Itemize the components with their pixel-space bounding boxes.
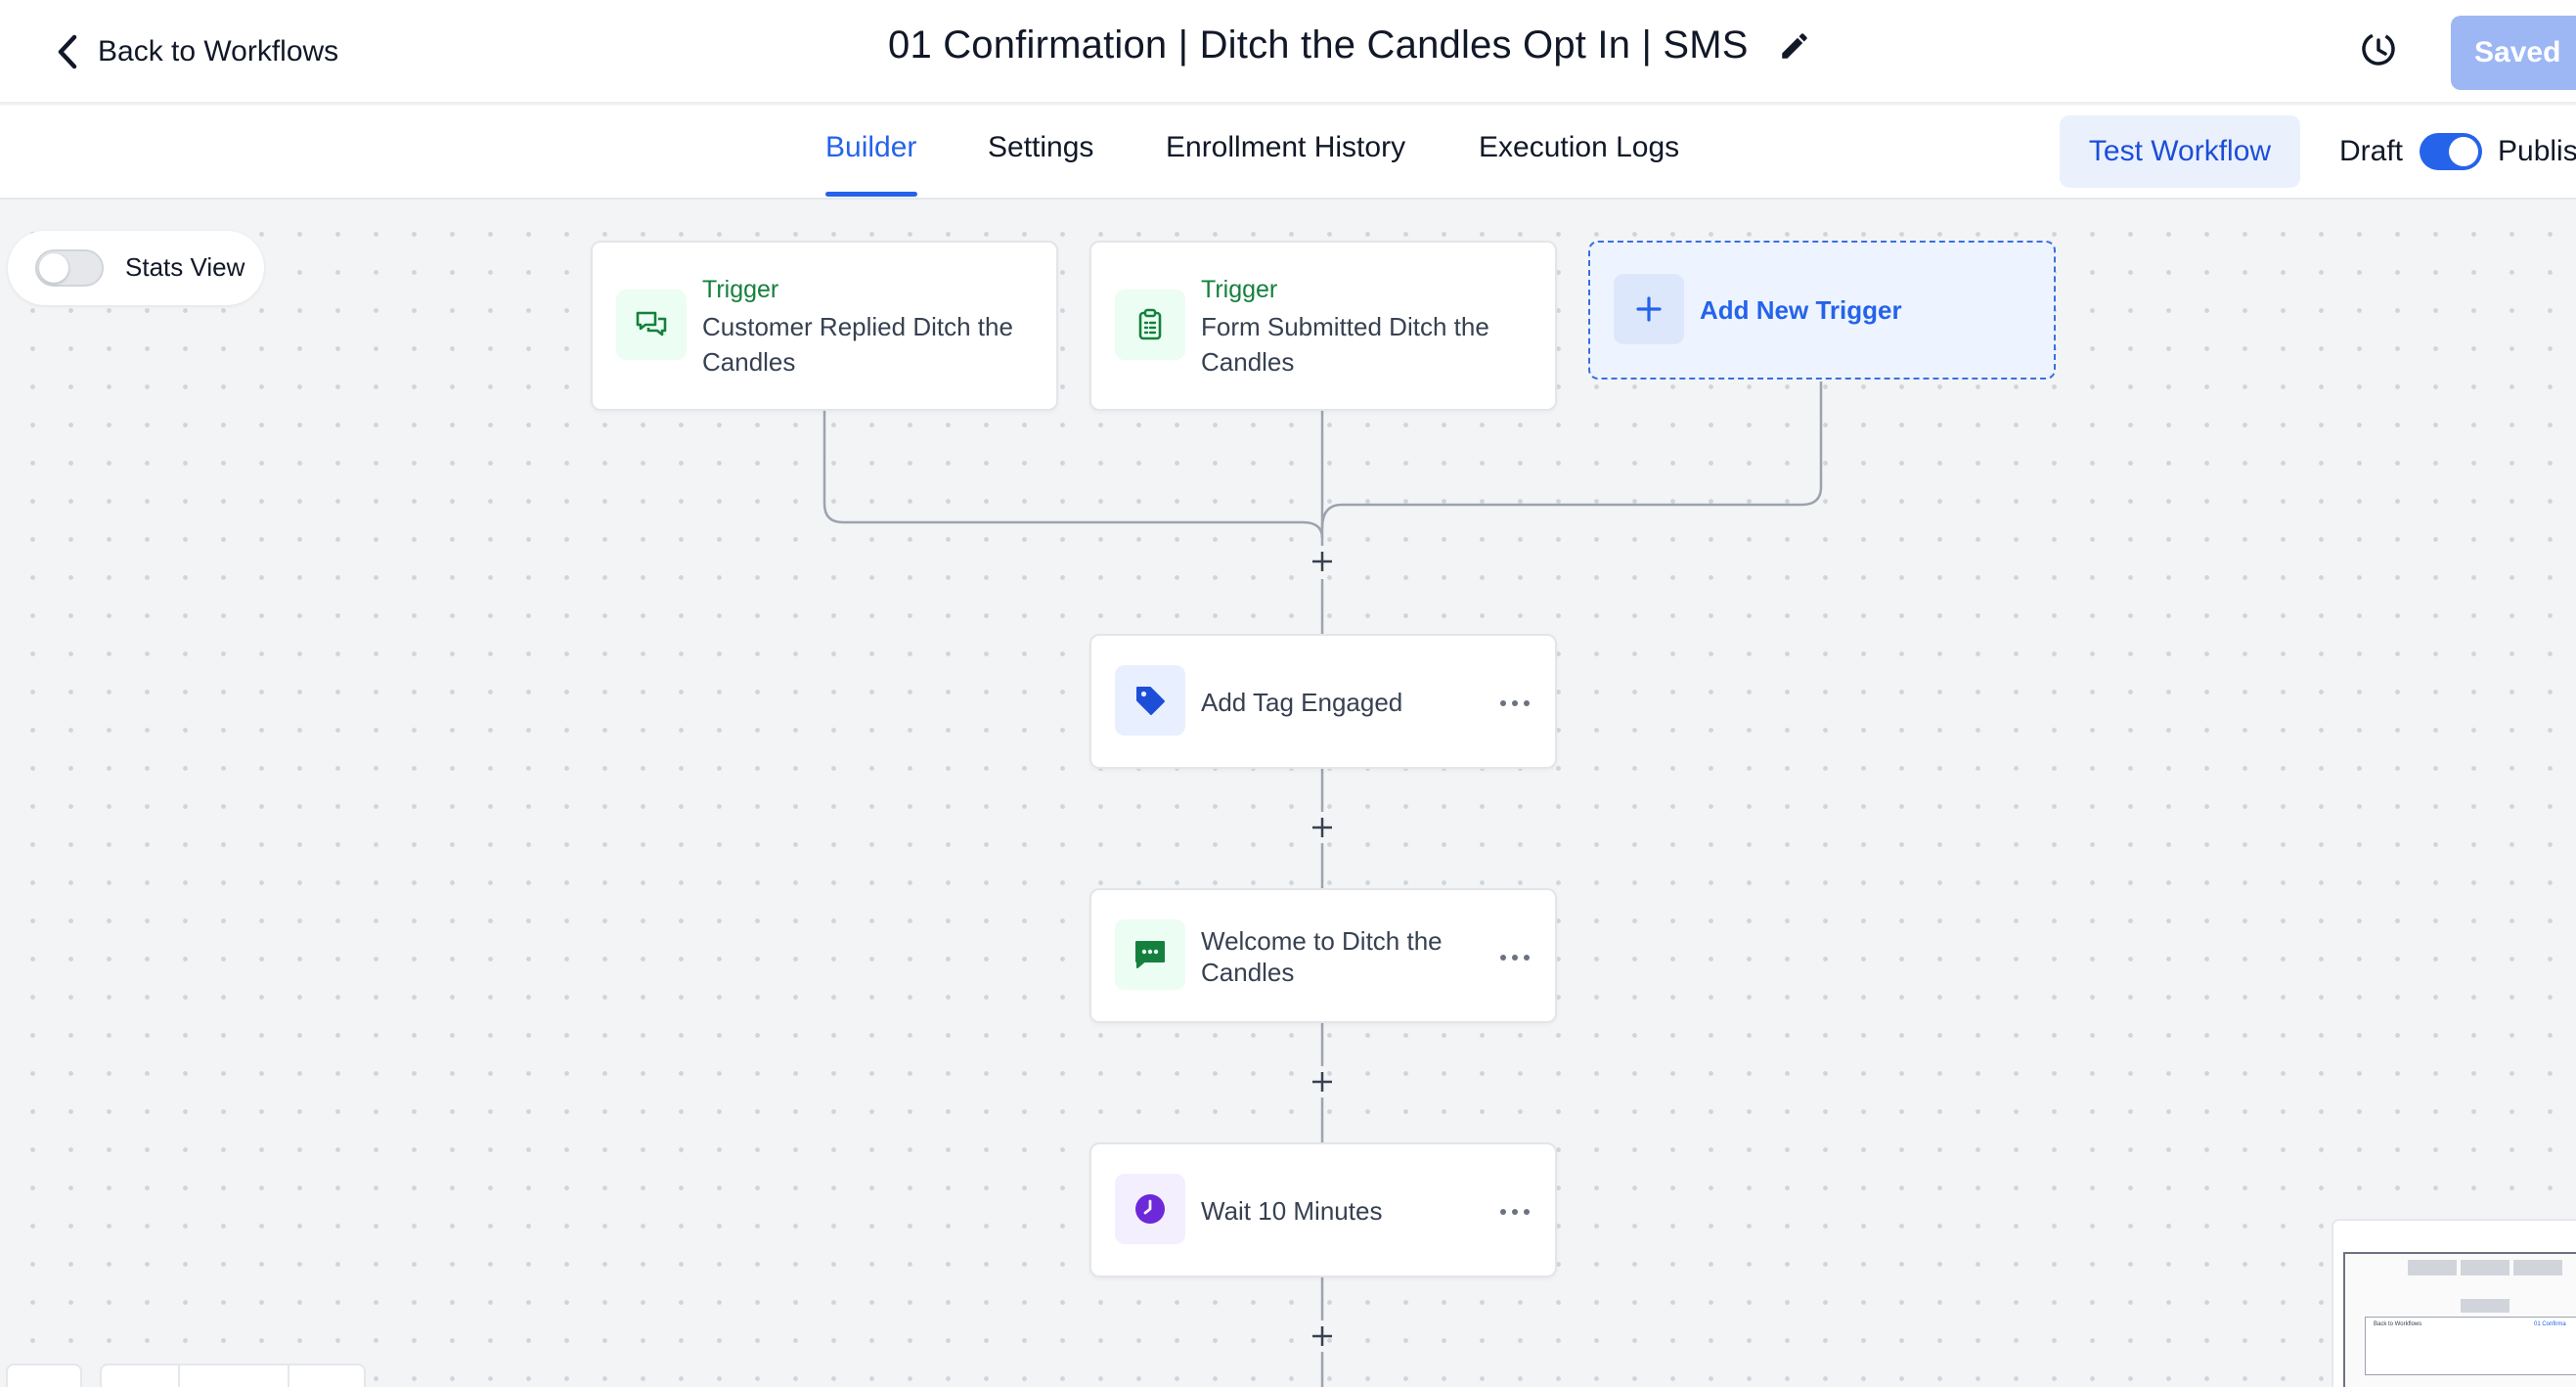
- clock-icon: [1115, 1174, 1185, 1244]
- action-name: Add Tag Engaged: [1201, 688, 1403, 717]
- tab-enrollment-history[interactable]: Enrollment History: [1166, 131, 1405, 164]
- trigger-card-form-submitted[interactable]: Trigger Form Submitted Ditch the Candles: [1089, 241, 1557, 411]
- trigger-name: Form Submitted Ditch the Candles: [1201, 312, 1489, 377]
- tab-execution-logs[interactable]: Execution Logs: [1479, 131, 1679, 164]
- tab-settings[interactable]: Settings: [988, 131, 1093, 164]
- minimap[interactable]: Back to Workflows 01 Confirma: [2332, 1219, 2576, 1387]
- chat-bubbles-icon: [616, 290, 687, 360]
- publish-toggle[interactable]: [2420, 133, 2482, 170]
- tag-icon: [1115, 665, 1185, 736]
- tab-builder[interactable]: Builder: [825, 131, 916, 164]
- pencil-icon[interactable]: [1778, 29, 1811, 63]
- back-to-workflows-link[interactable]: Back to Workflows: [53, 29, 338, 74]
- minimap-back-text: Back to Workflows: [2374, 1321, 2422, 1327]
- trigger-type-label: Trigger: [702, 276, 779, 303]
- more-options-icon[interactable]: [1498, 697, 1532, 709]
- publish-label: Publish: [2498, 135, 2576, 167]
- add-step-plus-icon[interactable]: [1306, 1320, 1339, 1353]
- more-options-icon[interactable]: [1498, 1206, 1532, 1218]
- more-options-icon[interactable]: [1498, 952, 1532, 963]
- tab-bar: Builder Settings Enrollment History Exec…: [0, 106, 2576, 200]
- stats-view-label: Stats View: [125, 252, 245, 282]
- history-icon[interactable]: [2359, 29, 2398, 68]
- action-name: Wait 10 Minutes: [1201, 1196, 1383, 1226]
- add-step-plus-icon[interactable]: [1306, 545, 1339, 578]
- minimap-block: [2408, 1260, 2457, 1275]
- add-step-plus-icon[interactable]: [1306, 811, 1339, 844]
- saved-button[interactable]: Saved: [2451, 16, 2576, 90]
- trigger-card-customer-replied[interactable]: Trigger Customer Replied Ditch the Candl…: [591, 241, 1058, 411]
- clipboard-icon: [1115, 290, 1185, 360]
- stats-view-control: Stats View: [8, 231, 264, 305]
- action-name: Welcome to Ditch the Candles: [1201, 926, 1443, 987]
- zoom-controls[interactable]: [100, 1364, 366, 1387]
- sms-icon: [1115, 919, 1185, 990]
- trigger-type-label: Trigger: [1201, 276, 1278, 303]
- divider: [288, 1365, 289, 1387]
- top-bar: Back to Workflows 01 Confirmation | Ditc…: [0, 0, 2576, 104]
- add-new-trigger-label: Add New Trigger: [1700, 295, 1902, 325]
- active-tab-indicator: [825, 192, 917, 197]
- action-card-wait[interactable]: Wait 10 Minutes: [1089, 1142, 1557, 1277]
- minimap-block: [2513, 1260, 2562, 1275]
- toggle-knob: [2449, 137, 2478, 166]
- divider: [178, 1365, 180, 1387]
- chevron-left-icon: [58, 34, 77, 69]
- fit-view-button[interactable]: [6, 1364, 82, 1387]
- minimap-title-text: 01 Confirma: [2534, 1321, 2566, 1327]
- back-label: Back to Workflows: [98, 35, 339, 67]
- stats-view-toggle[interactable]: [35, 249, 104, 287]
- action-card-add-tag[interactable]: Add Tag Engaged: [1089, 634, 1557, 769]
- workflow-title: 01 Confirmation | Ditch the Candles Opt …: [888, 23, 1749, 67]
- minimap-block: [2461, 1260, 2509, 1275]
- test-workflow-button[interactable]: Test Workflow: [2060, 115, 2300, 188]
- add-step-plus-icon[interactable]: [1306, 1065, 1339, 1098]
- workflow-title-group: 01 Confirmation | Ditch the Candles Opt …: [888, 23, 1811, 67]
- minimap-page-preview: Back to Workflows 01 Confirma: [2365, 1317, 2576, 1375]
- minimap-block: [2461, 1299, 2509, 1313]
- plus-icon: [1614, 274, 1684, 344]
- action-card-sms[interactable]: Welcome to Ditch the Candles: [1089, 888, 1557, 1023]
- toggle-knob: [39, 253, 68, 283]
- trigger-name: Customer Replied Ditch the Candles: [702, 312, 1013, 377]
- add-new-trigger-button[interactable]: Add New Trigger: [1588, 241, 2056, 380]
- draft-label: Draft: [2339, 135, 2404, 167]
